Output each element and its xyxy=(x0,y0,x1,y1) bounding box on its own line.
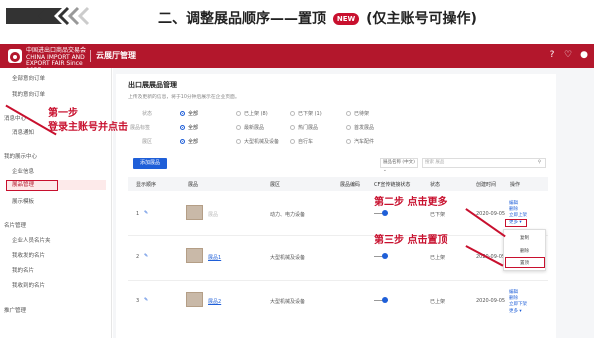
canton-fair-logo-icon xyxy=(8,49,22,63)
annotation-step2: 第二步 点击更多 xyxy=(374,197,448,208)
exhibit-thumbnail xyxy=(186,248,203,263)
th-actions: 操作 xyxy=(510,182,521,188)
menu-item-copy[interactable]: 复制 xyxy=(504,235,545,241)
bell-icon[interactable]: ♡ xyxy=(562,50,574,60)
edit-order-icon[interactable]: ✎ xyxy=(144,210,148,216)
app-name: 云展厅管理 xyxy=(96,51,136,60)
radio-tag-hot[interactable]: 热门展品 xyxy=(290,124,318,131)
th-code: 展品编码 xyxy=(340,182,361,188)
list-now-link[interactable]: 立即上架 xyxy=(509,212,527,218)
th-status: 状态 xyxy=(430,182,441,188)
row-zone: 大型机械及设备 xyxy=(270,255,306,261)
sidebar-item-templates[interactable]: 展示模板 xyxy=(12,197,34,205)
sidebar-group-showcase[interactable]: 我的展示中心 xyxy=(4,152,37,160)
exhibit-thumbnail xyxy=(186,292,203,307)
radio-status-unlisted[interactable]: 已下架 (1) xyxy=(290,110,322,117)
sidebar-group-promotion[interactable]: 推广管理 xyxy=(4,306,26,314)
th-exhibit: 展品 xyxy=(188,182,199,188)
row-name[interactable]: 展品 xyxy=(208,211,218,218)
topbar-divider xyxy=(90,50,91,62)
page-title: 出口展展品管理 xyxy=(128,81,177,89)
sidebar-group-cards[interactable]: 名片管理 xyxy=(4,221,26,229)
sidebar-item-received-cards[interactable]: 我收到的名片 xyxy=(12,281,45,289)
row-zone: 动力、电力设备 xyxy=(270,212,306,218)
filter-label: 展区 xyxy=(142,139,153,145)
slide-title-suffix: (仅主账号可操作) xyxy=(366,11,477,27)
radio-status-pending[interactable]: 已待架 xyxy=(346,110,369,117)
edit-order-icon[interactable]: ✎ xyxy=(144,253,148,259)
th-order[interactable]: 显示顺序 xyxy=(136,181,156,188)
highlight-exhibit-management xyxy=(6,180,58,191)
radio-status-listed[interactable]: 已上架 (8) xyxy=(236,110,268,117)
radio-zone-machinery[interactable]: 大型机械及设备 xyxy=(236,138,279,145)
slide-title-prefix: 二、调整展品顺序——置顶 xyxy=(158,11,326,27)
annotation-step1-text: 登录主账号并点击 xyxy=(48,122,128,133)
radio-tag-newest[interactable]: 最新展品 xyxy=(236,124,264,131)
annotation-step3: 第三步 点击置顶 xyxy=(374,235,448,246)
search-field-select[interactable]: 展品名称 (中文) ⌄ xyxy=(380,158,418,173)
sidebar-item-my-card[interactable]: 我的名片 xyxy=(12,266,34,274)
slide-header: 二、调整展品顺序——置顶 NEW (仅主账号可操作) xyxy=(0,0,594,36)
cf-link-toggle[interactable] xyxy=(374,253,388,259)
row-order: 3 xyxy=(136,298,140,304)
annotation-step1-title: 第一步 xyxy=(48,108,78,119)
th-created: 创建时间 xyxy=(476,182,497,188)
radio-status-all[interactable]: 全部 xyxy=(180,110,198,117)
sidebar-item-company-info[interactable]: 企业信息 xyxy=(12,167,34,175)
highlight-more-link xyxy=(505,219,527,227)
exhibit-thumbnail xyxy=(186,205,203,220)
highlight-pin-top xyxy=(505,257,545,268)
app-topbar: 中国进出口商品交易会 CHINA IMPORT AND EXPORT FAIR … xyxy=(0,44,594,74)
row-order: 1 xyxy=(136,211,140,217)
th-cf-link: CF宣传链接状态 xyxy=(374,182,411,188)
edit-order-icon[interactable]: ✎ xyxy=(144,297,148,303)
menu-item-delete[interactable]: 删除 xyxy=(504,248,545,254)
radio-zone-auto-parts[interactable]: 汽车配件 xyxy=(346,138,374,145)
row-divider xyxy=(128,235,548,236)
more-link[interactable]: 更多 ▾ xyxy=(509,308,522,314)
row-status: 已下架 xyxy=(430,212,446,218)
user-icon[interactable]: ● xyxy=(578,50,590,60)
row-order: 2 xyxy=(136,254,140,260)
row-name[interactable]: 展品2 xyxy=(208,298,221,305)
chevron-decoration-icon xyxy=(6,4,96,28)
cf-link-toggle[interactable] xyxy=(374,210,388,216)
radio-tag-first[interactable]: 首发展品 xyxy=(346,124,374,131)
row-status: 已上架 xyxy=(430,255,446,261)
sidebar-item-all-orders[interactable]: 全部意向订单 xyxy=(12,74,45,82)
sidebar-item-notifications[interactable]: 消息通知 xyxy=(12,128,34,136)
radio-tag-all[interactable]: 全部 xyxy=(180,124,198,131)
radio-zone-bicycle[interactable]: 自行车 xyxy=(290,138,313,145)
row-zone: 大型机械及设备 xyxy=(270,299,306,305)
sidebar-item-sent-cards[interactable]: 我收发的名片 xyxy=(12,251,45,259)
page-subtitle: 上传及更新的信息，将于10分钟后展示在企业页面。 xyxy=(128,95,240,100)
th-zone: 展区 xyxy=(270,182,281,188)
row-divider xyxy=(128,280,548,281)
add-exhibit-button[interactable]: 添加展品 xyxy=(133,158,167,169)
table-header: 显示顺序 展品 展区 展品编码 CF宣传链接状态 状态 创建时间 操作 xyxy=(128,177,548,191)
filter-label: 状态 xyxy=(142,111,153,117)
slide-title: 二、调整展品顺序——置顶 NEW (仅主账号可操作) xyxy=(158,8,477,28)
search-icon: ⚲ xyxy=(537,160,541,165)
filter-label: 展品标签 xyxy=(130,125,151,131)
cf-link-toggle[interactable] xyxy=(374,297,388,303)
sidebar-item-staff-cards[interactable]: 企业人员名片夹 xyxy=(12,236,51,244)
radio-zone-all[interactable]: 全部 xyxy=(180,138,198,145)
unlist-now-link[interactable]: 立即下架 xyxy=(509,301,527,307)
row-status: 已上架 xyxy=(430,299,446,305)
row-name[interactable]: 展品1 xyxy=(208,254,221,261)
sidebar-item-my-orders[interactable]: 我的意向订单 xyxy=(12,90,45,98)
help-icon[interactable]: ? xyxy=(546,50,558,60)
new-badge: NEW xyxy=(332,13,360,25)
chevron-down-icon: ⌄ xyxy=(383,168,387,173)
row-time: 2020-09-05 xyxy=(476,211,506,217)
search-input[interactable]: 搜索 展品 ⚲ xyxy=(422,158,546,168)
row-time: 2020-09-05 xyxy=(476,298,506,304)
